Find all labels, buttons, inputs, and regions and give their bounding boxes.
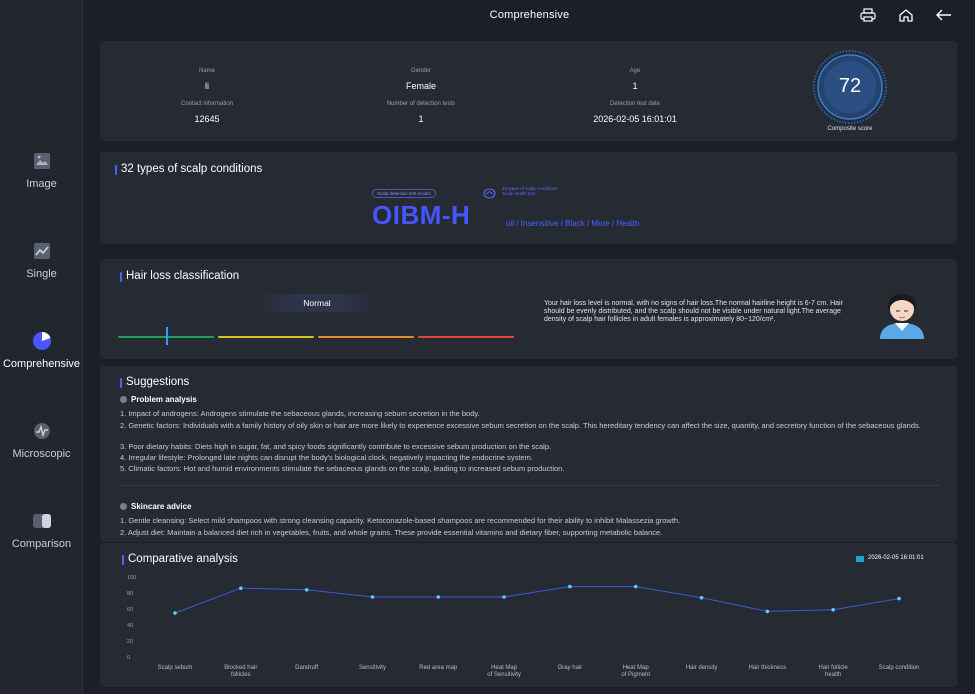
level-bar-2: [218, 336, 314, 338]
level-bar-3: [318, 336, 414, 338]
scalp-code: OIBM-H: [372, 200, 471, 230]
name-label: Name: [198, 68, 215, 74]
tests-value: 1: [418, 114, 424, 124]
gender-label: Gender: [410, 68, 431, 74]
gender-value: Female: [405, 81, 436, 91]
sidebar-item-comprehensive[interactable]: Comprehensive: [0, 330, 83, 370]
problem-analysis-heading: Problem analysis: [120, 395, 197, 404]
problem-item: 5. Climatic factors: Hot and humid envir…: [120, 464, 565, 473]
score-value: 72: [838, 75, 862, 97]
pie-icon: [31, 330, 53, 352]
sidebar-item-microscopic[interactable]: Microscopic: [0, 420, 83, 460]
advice-item: 2. Adjust diet: Maintain a balanced diet…: [120, 528, 663, 537]
chart-title: Comparative analysis: [122, 553, 238, 565]
scalp-result-pill: Scalp detection test results: [372, 189, 436, 198]
microscope-icon: [31, 420, 53, 442]
name-value: li: [205, 81, 209, 91]
legend-swatch: [856, 556, 864, 562]
scalp-mini-icon: [483, 186, 496, 204]
back-arrow-icon[interactable]: [935, 6, 953, 24]
date-value: 2026-02-05 16:01:01: [593, 114, 677, 124]
info-icon: [120, 396, 127, 403]
level-marker: [165, 327, 168, 345]
home-icon[interactable]: [897, 6, 915, 24]
suggestions-section-title: Suggestions: [119, 376, 190, 388]
tests-label: Number of detection tests: [386, 101, 456, 107]
sidebar-item-label: Comprehensive: [2, 358, 81, 370]
comparison-icon: [31, 510, 53, 532]
problem-item: 2. Genetic factors: Individuals with a f…: [120, 421, 921, 430]
sidebar-item-image[interactable]: Image: [0, 150, 83, 190]
sidebar-item-single[interactable]: Single: [0, 240, 83, 280]
chart-icon: [31, 240, 53, 262]
level-bar-4: [418, 336, 514, 338]
suggestions-divider: [118, 485, 940, 486]
composite-score: 72 Composite score: [798, 50, 902, 132]
info-icon: [120, 503, 127, 510]
legend-label: 2026-02-05 16:01:01: [868, 555, 924, 561]
sidebar-item-label: Comparison: [11, 538, 72, 550]
image-icon: [31, 150, 53, 172]
scalp-mini-line2: Scalp health test: [502, 191, 536, 196]
advice-item: 1. Gentle cleansing: Select mild shampoo…: [120, 516, 681, 525]
age-value: 1: [632, 81, 638, 91]
problem-item: 3. Poor dietary habits: Diets high in su…: [120, 442, 552, 451]
problem-item: 1. Impact of androgens: Androgens stimul…: [120, 409, 480, 418]
top-bar: Comprehensive: [84, 0, 975, 30]
contact-label: Contact information: [180, 101, 234, 107]
hairloss-level-badge: Normal: [254, 294, 380, 312]
sidebar-item-label: Single: [26, 268, 57, 280]
scalp-conditions: oil / Insensitive / Black / More / Healt…: [506, 219, 640, 228]
print-icon[interactable]: [859, 6, 877, 24]
scalp-section-title: 32 types of scalp conditions: [114, 163, 263, 175]
page-title: Comprehensive: [489, 9, 570, 21]
sidebar-item-label: Microscopic: [12, 448, 71, 460]
sidebar-item-label: Image: [26, 178, 57, 190]
sidebar: Image Single Comprehensive Microscopic C…: [0, 0, 83, 694]
hairloss-description: Your hair loss level is normal, with no …: [544, 300, 843, 323]
skincare-advice-heading: Skincare advice: [120, 502, 191, 511]
date-label: Detection test date: [609, 101, 661, 107]
avatar: [874, 291, 930, 344]
contact-value: 12645: [194, 114, 220, 124]
age-label: Age: [629, 68, 641, 74]
problem-item: 4. Irregular lifestyle: Prolonged late n…: [120, 453, 533, 462]
sidebar-item-comparison[interactable]: Comparison: [0, 510, 83, 550]
score-label: Composite score: [827, 126, 873, 132]
hairloss-section-title: Hair loss classification: [119, 270, 240, 282]
